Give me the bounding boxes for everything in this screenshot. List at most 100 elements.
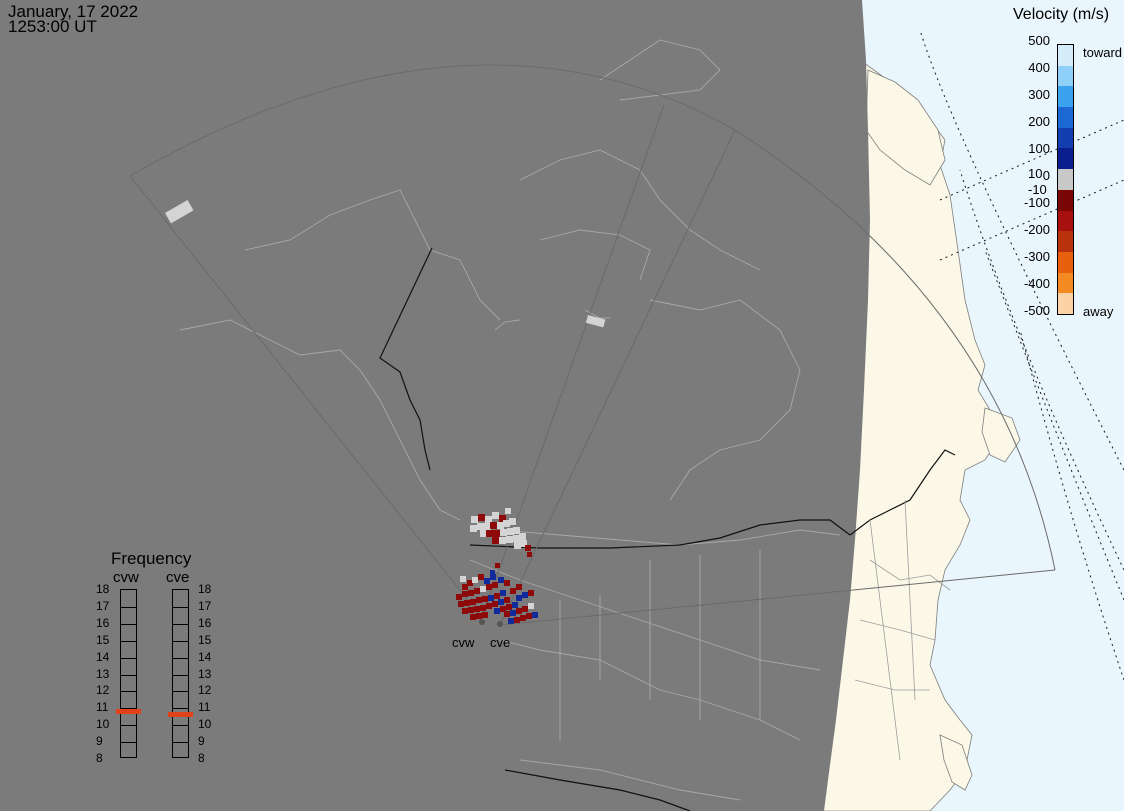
radar-site-cve (497, 621, 503, 627)
radar-echo-cell (498, 577, 504, 583)
frequency-column-cve (172, 589, 189, 758)
radar-echo-cell (528, 590, 534, 596)
velocity-color-segment (1058, 45, 1073, 67)
velocity-tick: -500 (1023, 303, 1050, 318)
frequency-column-cvw (120, 589, 137, 758)
radar-echo-cell (532, 612, 538, 618)
frequency-marker-cve (168, 712, 193, 718)
radar-echo-cell (470, 525, 477, 532)
frequency-cell-line (173, 742, 188, 744)
radar-echo-cell (493, 530, 500, 537)
frequency-cell-line (173, 606, 188, 608)
radar-map (0, 0, 1124, 811)
velocity-color-segment (1058, 231, 1073, 253)
radar-echo-cell (490, 570, 495, 575)
radar-echo-cell (468, 590, 474, 596)
frequency-cell-line (173, 708, 188, 710)
radar-echo-cell (485, 516, 492, 523)
frequency-cell-line (173, 623, 188, 625)
radar-echo-cell (528, 603, 534, 609)
frequency-tick-left: 17 (96, 598, 110, 613)
velocity-color-segment (1058, 127, 1073, 149)
radar-echo-cell (509, 518, 516, 525)
radar-echo-cell (510, 610, 516, 616)
radar-label-cvw: cvw (452, 635, 475, 650)
radar-echo-cell (494, 593, 500, 599)
velocity-color-bar (1057, 44, 1074, 315)
velocity-color-segment (1058, 107, 1073, 129)
radar-echo-cell (498, 599, 504, 605)
velocity-tick: 300 (1028, 87, 1050, 102)
frequency-tick-left: 15 (96, 632, 110, 647)
frequency-tick-left: 8 (96, 751, 103, 765)
radar-echo-cell (476, 597, 482, 603)
radar-echo-cell (476, 613, 482, 619)
radar-echo-cell (516, 608, 522, 614)
frequency-site-cvw: cvw (113, 569, 139, 586)
radar-site-cvw (479, 619, 485, 625)
radar-echo-cell (464, 600, 470, 606)
frequency-cell-line (121, 606, 136, 608)
velocity-color-segment (1058, 86, 1073, 108)
radar-echo-cell (503, 520, 510, 527)
radar-echo-cell (471, 516, 478, 523)
radar-echo-cell (516, 595, 522, 601)
radar-echo-cell (474, 606, 480, 612)
radar-echo-cell (484, 523, 491, 530)
frequency-cell-line (121, 657, 136, 659)
radar-echo-cell (507, 528, 514, 535)
frequency-tick-right: 15 (198, 632, 212, 647)
radar-echo-cell (516, 584, 522, 590)
frequency-cell-line (121, 691, 136, 693)
radar-echo-cell (508, 618, 514, 624)
radar-echo-cell (468, 607, 474, 613)
frequency-cell-line (121, 742, 136, 744)
radar-echo-cell (504, 611, 510, 617)
frequency-marker-cvw (116, 708, 141, 714)
radar-echo-cell (492, 512, 499, 519)
radar-echo-cell (478, 574, 484, 580)
frequency-cell-line (173, 657, 188, 659)
frequency-tick-right: 8 (198, 751, 205, 765)
radar-echo-cell (484, 578, 490, 584)
radar-echo-cell (458, 601, 464, 607)
velocity-tick: 500 (1028, 33, 1050, 48)
radar-echo-cell (494, 608, 500, 614)
frequency-cell-line (173, 674, 188, 676)
velocity-tick: -200 (1023, 222, 1050, 237)
frequency-tick-left: 13 (96, 666, 110, 681)
frequency-tick-left: 18 (96, 582, 110, 596)
frequency-cell-line (173, 725, 188, 727)
frequency-cell-line (121, 725, 136, 727)
radar-echo-cell (480, 530, 487, 537)
radar-echo-cell (480, 586, 486, 592)
radar-echo-cell (460, 576, 466, 582)
radar-echo-cell (472, 577, 478, 583)
radar-echo-cell (456, 594, 462, 600)
frequency-tick-right: 11 (198, 700, 211, 715)
frequency-cell-line (121, 640, 136, 642)
frequency-tick-right: 9 (198, 734, 205, 749)
radar-echo-cell (506, 604, 512, 610)
velocity-tick: -400 (1023, 276, 1050, 291)
radar-echo-cell (500, 590, 506, 596)
radar-label-cve: cve (490, 635, 511, 650)
radar-echo-cell (490, 522, 497, 529)
velocity-toward-label: toward (1083, 45, 1123, 60)
velocity-color-segment (1058, 293, 1073, 315)
frequency-cell-line (173, 691, 188, 693)
velocity-scale-title: Velocity (m/s) (1013, 6, 1110, 23)
radar-echo-cell (492, 601, 498, 607)
radar-echo-cell (497, 522, 504, 529)
frequency-tick-left: 16 (96, 615, 110, 630)
radar-echo-cell (505, 508, 511, 514)
radar-echo-cell (514, 542, 521, 549)
radar-echo-cell (510, 588, 516, 594)
radar-echo-cell (477, 523, 484, 530)
frequency-tick-left: 11 (96, 700, 109, 715)
frequency-site-cve: cve (166, 569, 190, 586)
frequency-tick-left: 9 (96, 734, 103, 749)
radar-echo-cell (482, 596, 488, 602)
radar-echo-cell (480, 605, 486, 611)
radar-echo-cell (527, 552, 532, 557)
